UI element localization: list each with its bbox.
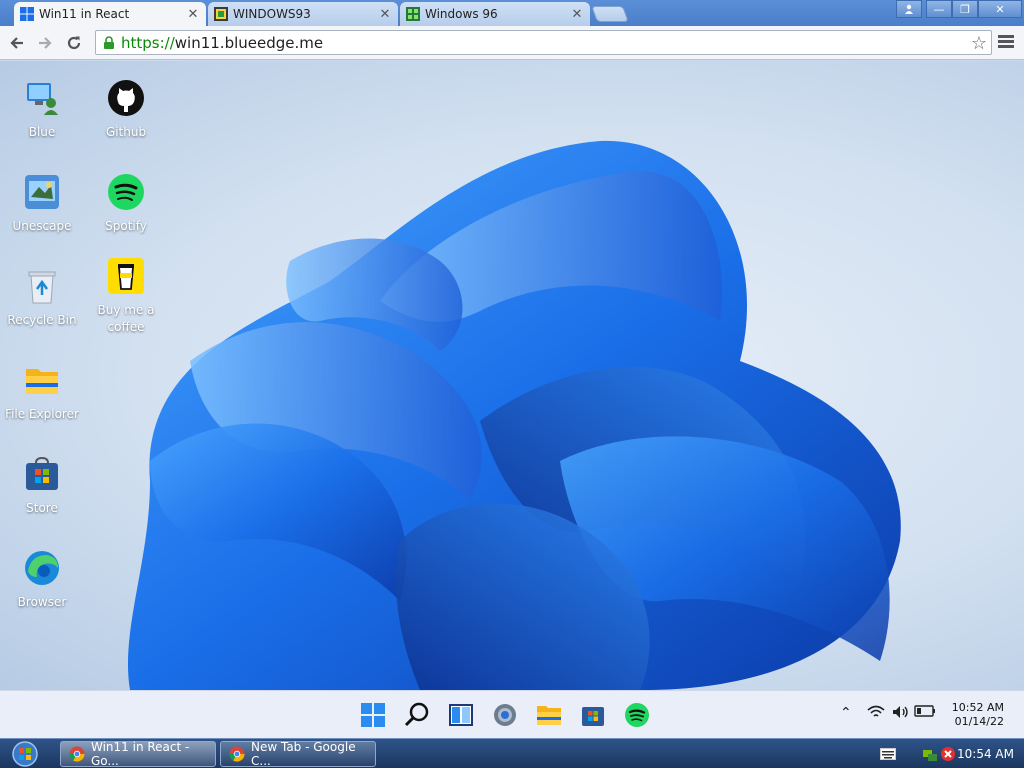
store-icon <box>26 456 58 490</box>
battery-icon[interactable] <box>914 705 936 717</box>
windows-logo-icon <box>20 7 34 21</box>
file-explorer-button[interactable] <box>531 697 567 733</box>
store-button[interactable] <box>575 697 611 733</box>
desktop-icon-file-explorer[interactable]: File Explorer <box>0 361 84 423</box>
desktop-icon-spotify[interactable]: Spotify <box>84 173 168 235</box>
reload-icon <box>67 36 81 50</box>
tab-title: Windows 96 <box>425 7 498 21</box>
host-task-title: New Tab - Google C... <box>251 740 356 768</box>
tab-windows93[interactable]: WINDOWS93 ✕ <box>208 2 398 26</box>
gear-icon <box>494 704 516 726</box>
blue-user-icon <box>27 83 58 115</box>
desktop-icon-browser[interactable]: Browser <box>0 549 84 611</box>
desktop-icon-buy-me-a-coffee[interactable]: Buy me a coffee <box>84 257 168 336</box>
minimize-button[interactable]: — <box>926 0 952 18</box>
host-start-orb-icon[interactable] <box>8 741 42 767</box>
chrome-icon <box>229 746 245 762</box>
host-task-title: Win11 in React - Go... <box>91 740 190 768</box>
arrow-left-icon <box>10 37 23 49</box>
lock-icon <box>104 35 114 49</box>
folder-icon <box>537 706 561 725</box>
back-button[interactable] <box>6 32 28 54</box>
arrow-right-icon <box>39 37 52 49</box>
maximize-button[interactable]: ❐ <box>952 0 978 18</box>
address-bar[interactable]: https://win11.blueedge.me ☆ <box>95 30 992 55</box>
win11-date: 01/14/22 <box>954 715 1004 728</box>
url-protocol: https:// <box>121 33 175 52</box>
settings-button[interactable] <box>487 697 523 733</box>
browser-toolbar: https://win11.blueedge.me ☆ <box>0 26 1024 60</box>
spotify-button[interactable] <box>619 697 655 733</box>
search-button[interactable] <box>399 697 435 733</box>
reload-button[interactable] <box>63 32 85 54</box>
search-icon <box>404 702 429 727</box>
edge-icon <box>25 551 59 585</box>
desktop-icon-recycle-bin[interactable]: Recycle Bin <box>0 267 84 329</box>
desktop-icon-blue[interactable]: Blue <box>0 79 84 141</box>
folder-icon <box>26 369 58 394</box>
chrome-icon <box>69 746 85 762</box>
unescape-icon <box>25 175 59 209</box>
host-clock[interactable]: 10:54 AM <box>957 747 1014 761</box>
keyboard-icon[interactable] <box>880 748 896 760</box>
tab-win11-in-react[interactable]: Win11 in React ✕ <box>14 2 206 26</box>
windows96-favicon-icon <box>406 7 420 21</box>
host-taskbar: Win11 in React - Go... New Tab - Google … <box>0 738 1024 768</box>
desktop-icon-label: Store <box>26 501 58 515</box>
desktop-icon-label: Github <box>105 125 147 139</box>
desktop-icon-label: Unescape <box>12 219 72 233</box>
url-text: https://win11.blueedge.me <box>121 34 323 52</box>
spotify-icon <box>625 703 649 727</box>
win11-desktop[interactable]: Blue Unescape Recycle Bin File Explorer … <box>0 61 1024 690</box>
tab-title: WINDOWS93 <box>233 7 311 21</box>
tab-close-icon[interactable]: ✕ <box>186 7 200 22</box>
volume-icon[interactable] <box>892 705 910 719</box>
desktop-icon-label: File Explorer <box>5 407 79 421</box>
recycle-bin-icon <box>28 271 56 304</box>
desktop-icon-label: Spotify <box>105 219 147 233</box>
host-task-new-tab[interactable]: New Tab - Google C... <box>220 740 376 768</box>
start-button[interactable] <box>355 697 391 733</box>
alert-shield-icon[interactable] <box>940 746 956 762</box>
desktop-icon-label: Recycle Bin <box>7 313 77 327</box>
host-task-win11-in-react[interactable]: Win11 in React - Go... <box>60 740 216 768</box>
desktop-icon-store[interactable]: Store <box>0 455 84 517</box>
profile-icon[interactable] <box>896 0 922 18</box>
widgets-icon <box>449 704 473 726</box>
tab-close-icon[interactable]: ✕ <box>378 7 392 22</box>
win11-taskbar: ⌃ 10:52 AM 01/14/22 <box>0 690 1024 738</box>
win11-clock[interactable]: 10:52 AM 01/14/22 <box>952 701 1004 729</box>
new-tab-button[interactable] <box>591 6 629 22</box>
close-window-button[interactable]: ✕ <box>978 0 1022 18</box>
url-host: win11.blueedge.me <box>174 33 324 52</box>
github-icon <box>108 80 144 116</box>
wifi-icon[interactable] <box>867 705 885 719</box>
win11-time: 10:52 AM <box>951 701 1004 714</box>
user-icon <box>905 4 913 14</box>
spotify-icon <box>108 174 144 210</box>
coffee-icon <box>108 258 144 294</box>
bloom-wallpaper <box>127 140 901 690</box>
tab-close-icon[interactable]: ✕ <box>570 7 584 22</box>
tab-windows96[interactable]: Windows 96 ✕ <box>400 2 590 26</box>
windows-logo-icon <box>361 703 385 727</box>
network-icon[interactable] <box>922 746 938 762</box>
desktop-icon-label: Buy me a coffee <box>97 303 155 334</box>
browser-menu-button[interactable] <box>998 33 1014 51</box>
chevron-up-icon[interactable]: ⌃ <box>840 705 852 721</box>
desktop-icon-label: Browser <box>17 595 67 609</box>
desktop-icon-unescape[interactable]: Unescape <box>0 173 84 235</box>
forward-button[interactable] <box>34 32 56 54</box>
widgets-button[interactable] <box>443 697 479 733</box>
bookmark-star-icon[interactable]: ☆ <box>971 33 987 54</box>
desktop-icon-label: Blue <box>28 125 56 139</box>
tab-title: Win11 in React <box>39 7 130 21</box>
browser-tab-strip: Win11 in React ✕ WINDOWS93 ✕ Windows 96 … <box>0 0 1024 26</box>
desktop-icon-github[interactable]: Github <box>84 79 168 141</box>
windows93-favicon-icon <box>214 7 228 21</box>
store-icon <box>582 707 604 726</box>
